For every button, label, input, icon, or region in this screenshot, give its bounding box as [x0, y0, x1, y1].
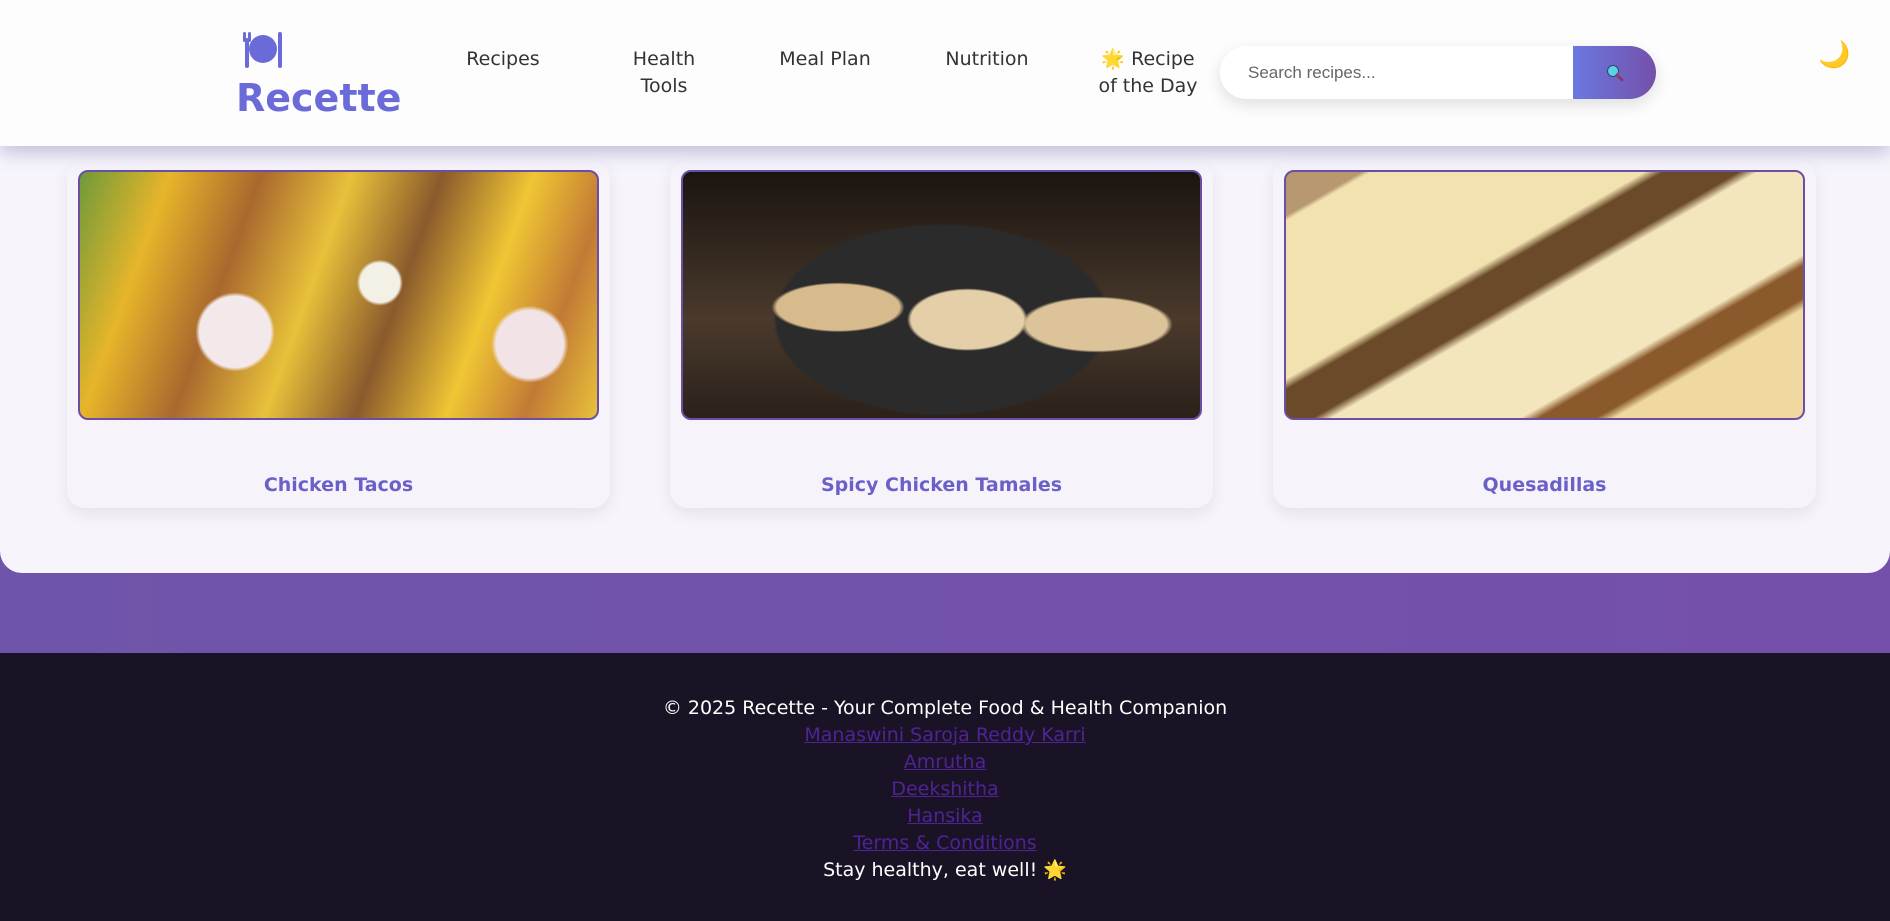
nav-recipe-of-the-day[interactable]: 🌟 Recipe of the Day — [1096, 46, 1200, 100]
recipe-card[interactable]: Chicken Tacos — [67, 160, 610, 508]
footer-link-hansika[interactable]: Hansika — [0, 803, 1890, 830]
recipe-image-quesadillas[interactable] — [1284, 170, 1805, 420]
recipe-title[interactable]: Spicy Chicken Tamales — [670, 474, 1213, 496]
copyright-text: © 2025 Recette - Your Complete Food & He… — [662, 697, 1228, 719]
search-button[interactable] — [1573, 46, 1656, 99]
site-footer: © 2025 Recette - Your Complete Food & He… — [0, 653, 1890, 921]
nav-nutrition[interactable]: Nutrition — [932, 46, 1042, 73]
recipe-title[interactable]: Chicken Tacos — [67, 474, 610, 496]
recipe-card[interactable]: Spicy Chicken Tamales — [670, 160, 1213, 508]
recipe-image-spicy-chicken-tamales[interactable] — [681, 170, 1202, 420]
site-header: Recette Recipes Health Tools Meal Plan N… — [0, 0, 1890, 146]
brand-logo[interactable]: Recette — [236, 76, 401, 120]
footer-link-amrutha[interactable]: Amrutha — [0, 749, 1890, 776]
footer-link-deekshitha[interactable]: Deekshitha — [0, 776, 1890, 803]
nav-recipes[interactable]: Recipes — [458, 46, 548, 73]
recipe-card[interactable]: Quesadillas — [1273, 160, 1816, 508]
search-bar — [1220, 46, 1656, 99]
star-icon: 🌟 — [1101, 48, 1132, 70]
footer-link-terms[interactable]: Terms & Conditions — [0, 830, 1890, 857]
search-input[interactable] — [1220, 46, 1573, 99]
nav-health-tools[interactable]: Health Tools — [619, 46, 709, 100]
plate-utensils-icon[interactable] — [243, 30, 283, 68]
footer-link-manaswini[interactable]: Manaswini Saroja Reddy Karri — [0, 722, 1890, 749]
footer-tagline: Stay healthy, eat well! 🌟 — [823, 859, 1067, 881]
moon-icon[interactable]: 🌙 — [1818, 40, 1850, 70]
recipe-image-chicken-tacos[interactable] — [78, 170, 599, 420]
recipe-title[interactable]: Quesadillas — [1273, 474, 1816, 496]
magnifier-icon — [1606, 64, 1623, 81]
nav-meal-plan[interactable]: Meal Plan — [770, 46, 880, 73]
